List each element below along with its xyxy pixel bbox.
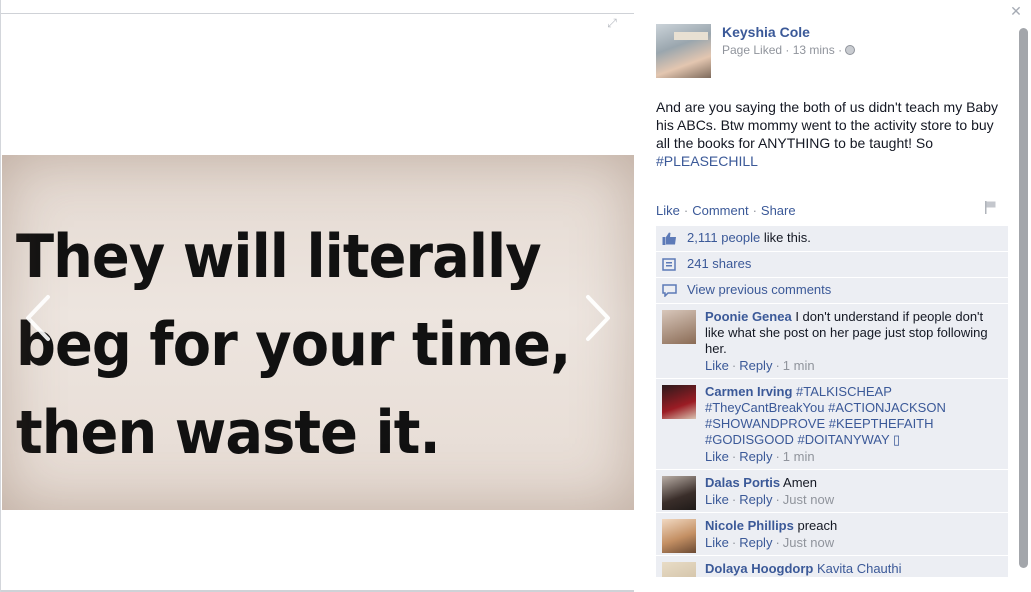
post-panel: ✕ Keyshia Cole Page Liked · 13 mins · An… bbox=[634, 0, 1031, 592]
comment-row: Nicole Phillips preach Like · Reply · Just n… bbox=[656, 513, 1008, 556]
comment-row: Carmen Irving #TALKISCHEAP #TheyCantBrea… bbox=[656, 379, 1008, 470]
comment-body: Dalas Portis Amen bbox=[705, 475, 1000, 491]
globe-icon[interactable] bbox=[845, 45, 856, 55]
stage-divider bbox=[1, 13, 635, 14]
commenter-name[interactable]: Poonie Genea bbox=[705, 309, 792, 324]
commenter-avatar[interactable] bbox=[662, 562, 696, 577]
author-avatar[interactable] bbox=[656, 24, 711, 78]
expand-icon[interactable]: ⤢ bbox=[605, 16, 619, 30]
comment-text: Amen bbox=[780, 475, 818, 490]
commenter-name[interactable]: Dalas Portis bbox=[705, 475, 780, 490]
comment-meta: Like · Reply · Just now bbox=[705, 492, 835, 507]
comment-row: Poonie Genea I don't understand if peopl… bbox=[656, 304, 1008, 379]
comment-reply-button[interactable]: Reply bbox=[739, 535, 772, 550]
comment-bubble-icon bbox=[662, 284, 677, 297]
likes-suffix: like this. bbox=[760, 230, 811, 245]
comment-like-button[interactable]: Like bbox=[705, 492, 729, 507]
photo-line-2: beg for your time, bbox=[16, 310, 571, 380]
commenter-avatar[interactable] bbox=[662, 519, 696, 553]
post-body: And are you saying the both of us didn't… bbox=[656, 99, 998, 151]
thumbs-up-icon bbox=[662, 232, 676, 245]
post-text: And are you saying the both of us didn't… bbox=[656, 98, 1011, 170]
comment-button[interactable]: Comment bbox=[692, 203, 748, 218]
like-button[interactable]: Like bbox=[656, 203, 680, 218]
feedback-box: 2,111 people like this. 241 shares View … bbox=[656, 226, 1008, 578]
commenter-name[interactable]: Dolaya Hoogdorp bbox=[705, 561, 813, 576]
commenter-avatar[interactable] bbox=[662, 310, 696, 344]
comment-like-button[interactable]: Like bbox=[705, 358, 729, 373]
comment-reply-button[interactable]: Reply bbox=[739, 358, 772, 373]
comment-time[interactable]: Just now bbox=[783, 492, 834, 507]
comment-body: Dolaya Hoogdorp Kavita Chauthi bbox=[705, 561, 1000, 577]
close-icon[interactable]: ✕ bbox=[1009, 4, 1023, 18]
photo-stage: ⤢ They will literally beg for your time,… bbox=[0, 0, 635, 592]
comment-body: Nicole Phillips preach bbox=[705, 518, 1000, 534]
next-arrow-icon[interactable] bbox=[580, 293, 614, 343]
share-icon bbox=[662, 258, 676, 271]
likes-row: 2,111 people like this. bbox=[656, 226, 1008, 252]
flag-icon[interactable] bbox=[983, 200, 997, 214]
photo-quote: They will literally beg for your time, t… bbox=[16, 213, 612, 477]
comment-row: Dolaya Hoogdorp Kavita Chauthi bbox=[656, 556, 1008, 578]
post-hashtag[interactable]: #PLEASECHILL bbox=[656, 153, 758, 169]
photo-line-3: then waste it. bbox=[16, 398, 441, 468]
comment-time[interactable]: Just now bbox=[783, 535, 834, 550]
scrollbar[interactable] bbox=[1019, 28, 1028, 568]
comment-meta: Like · Reply · 1 min bbox=[705, 449, 815, 464]
comment-text: preach bbox=[793, 518, 838, 533]
comment-meta: Like · Reply · Just now bbox=[705, 535, 835, 550]
view-previous-comments-link[interactable]: View previous comments bbox=[687, 282, 831, 297]
photo[interactable]: They will literally beg for your time, t… bbox=[2, 155, 635, 510]
shares-row: 241 shares bbox=[656, 252, 1008, 278]
comment-like-button[interactable]: Like bbox=[705, 449, 729, 464]
view-previous-row: View previous comments bbox=[656, 278, 1008, 304]
comment-body: Poonie Genea I don't understand if peopl… bbox=[705, 309, 1000, 357]
comment-reply-button[interactable]: Reply bbox=[739, 449, 772, 464]
comment-row: Dalas Portis Amen Like · Reply · Just now bbox=[656, 470, 1008, 513]
previous-arrow-icon[interactable] bbox=[22, 293, 56, 343]
comment-meta: Like · Reply · 1 min bbox=[705, 358, 815, 373]
comment-mention[interactable]: Kavita Chauthi bbox=[813, 561, 902, 576]
commenter-name[interactable]: Nicole Phillips bbox=[705, 518, 794, 533]
photo-line-1: They will literally bbox=[16, 222, 542, 292]
comment-time[interactable]: 1 min bbox=[783, 449, 815, 464]
comment-time[interactable]: 1 min bbox=[783, 358, 815, 373]
comment-body: Carmen Irving #TALKISCHEAP #TheyCantBrea… bbox=[705, 384, 1000, 448]
share-button[interactable]: Share bbox=[761, 203, 796, 218]
post-meta: Page Liked · 13 mins · bbox=[722, 43, 856, 57]
commenter-avatar[interactable] bbox=[662, 476, 696, 510]
likes-count-link[interactable]: 2,111 people bbox=[687, 230, 760, 245]
author-name[interactable]: Keyshia Cole bbox=[722, 24, 810, 40]
post-meta-text: Page Liked · 13 mins · bbox=[722, 43, 843, 57]
comment-reply-button[interactable]: Reply bbox=[739, 492, 772, 507]
post-actions: Like · Comment · Share bbox=[656, 203, 796, 218]
comment-like-button[interactable]: Like bbox=[705, 535, 729, 550]
shares-link[interactable]: 241 shares bbox=[687, 256, 751, 271]
commenter-name[interactable]: Carmen Irving bbox=[705, 384, 792, 399]
commenter-avatar[interactable] bbox=[662, 385, 696, 419]
avatar-title-band bbox=[674, 32, 708, 40]
